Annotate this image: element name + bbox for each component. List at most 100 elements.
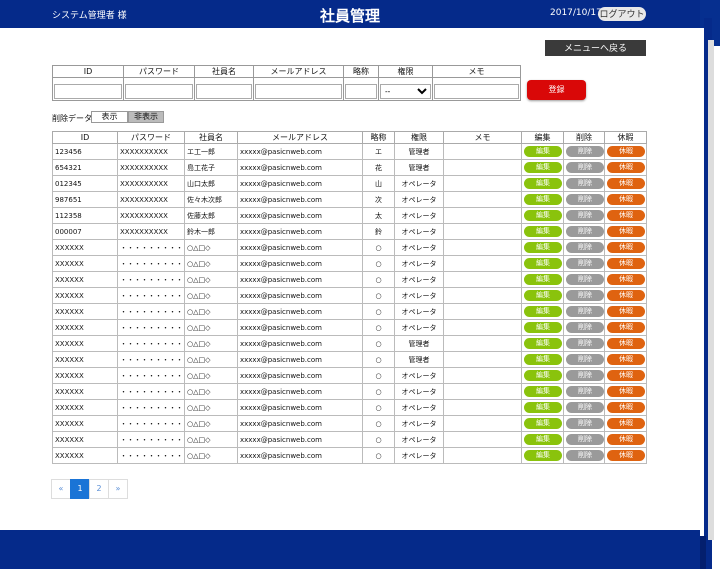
next-page-button[interactable]: » [108, 479, 128, 499]
leave-button[interactable]: 休暇 [607, 434, 645, 445]
leave-button[interactable]: 休暇 [607, 386, 645, 397]
table-row: XXXXXX ・・・・・・・・・・ ○△□◇ xxxxx@pasicnweb.com ○… [52, 271, 647, 288]
leave-button[interactable]: 休暇 [607, 178, 645, 189]
delete-button[interactable]: 削除 [566, 434, 604, 445]
logout-button[interactable]: ログアウト [598, 7, 646, 21]
delete-button[interactable]: 削除 [566, 322, 604, 333]
search-id-input[interactable] [54, 84, 122, 99]
cell-email: xxxxx@pasicnweb.com [237, 383, 363, 400]
delete-button[interactable]: 削除 [566, 242, 604, 253]
delete-button[interactable]: 削除 [566, 274, 604, 285]
leave-button[interactable]: 休暇 [607, 226, 645, 237]
register-button[interactable]: 登録 [527, 80, 586, 100]
scrollbar-track[interactable] [708, 40, 714, 540]
leave-button[interactable]: 休暇 [607, 450, 645, 461]
cell-abbr: ○ [362, 255, 395, 272]
edit-button[interactable]: 編集 [524, 242, 562, 253]
leave-button[interactable]: 休暇 [607, 258, 645, 269]
leave-button[interactable]: 休暇 [607, 322, 645, 333]
hide-deleted-button[interactable]: 非表示 [128, 111, 164, 123]
edit-button[interactable]: 編集 [524, 434, 562, 445]
leave-button[interactable]: 休暇 [607, 210, 645, 221]
delete-button[interactable]: 削除 [566, 162, 604, 173]
edit-button[interactable]: 編集 [524, 274, 562, 285]
table-row: 654321 XXXXXXXXXX 島工花子 xxxxx@pasicnweb.com 花… [52, 159, 647, 176]
delete-button[interactable]: 削除 [566, 386, 604, 397]
delete-button[interactable]: 削除 [566, 226, 604, 237]
leave-button[interactable]: 休暇 [607, 274, 645, 285]
delete-cell: 削除 [563, 351, 605, 368]
leave-button[interactable]: 休暇 [607, 242, 645, 253]
edit-button[interactable]: 編集 [524, 258, 562, 269]
edit-button[interactable]: 編集 [524, 322, 562, 333]
leave-button[interactable]: 休暇 [607, 418, 645, 429]
delete-cell: 削除 [563, 399, 605, 416]
delete-button[interactable]: 削除 [566, 210, 604, 221]
cell-password: XXXXXXXXXX [117, 143, 185, 160]
delete-button[interactable]: 削除 [566, 418, 604, 429]
delete-button[interactable]: 削除 [566, 370, 604, 381]
cell-password: ・・・・・・・・・・ [117, 335, 185, 352]
delete-button[interactable]: 削除 [566, 290, 604, 301]
delete-button[interactable]: 削除 [566, 450, 604, 461]
edit-button[interactable]: 編集 [524, 194, 562, 205]
cell-email: xxxxx@pasicnweb.com [237, 431, 363, 448]
edit-button[interactable]: 編集 [524, 450, 562, 461]
delete-button[interactable]: 削除 [566, 354, 604, 365]
cell-role: オペレータ [394, 303, 444, 320]
search-abbr-input[interactable] [345, 84, 377, 99]
cell-role: オペレータ [394, 239, 444, 256]
edit-button[interactable]: 編集 [524, 338, 562, 349]
cell-password: ・・・・・・・・・・ [117, 415, 185, 432]
edit-button[interactable]: 編集 [524, 306, 562, 317]
edit-button[interactable]: 編集 [524, 210, 562, 221]
delete-button[interactable]: 削除 [566, 338, 604, 349]
leave-button[interactable]: 休暇 [607, 402, 645, 413]
edit-button[interactable]: 編集 [524, 162, 562, 173]
edit-button[interactable]: 編集 [524, 290, 562, 301]
search-email-input[interactable] [255, 84, 342, 99]
table-header-row: ID パスワード 社員名 メールアドレス 略称 権限 メモ 編集 削除 休暇 [52, 131, 647, 144]
leave-cell: 休暇 [604, 175, 647, 192]
delete-button[interactable]: 削除 [566, 258, 604, 269]
page-1-button[interactable]: 1 [70, 479, 90, 499]
cell-abbr: ○ [362, 319, 395, 336]
deleted-filter-label: 削除データ [52, 114, 92, 123]
search-password-input[interactable] [125, 84, 193, 99]
leave-button[interactable]: 休暇 [607, 306, 645, 317]
delete-button[interactable]: 削除 [566, 146, 604, 157]
edit-button[interactable]: 編集 [524, 418, 562, 429]
cell-name: ○△□◇ [184, 255, 238, 272]
leave-button[interactable]: 休暇 [607, 370, 645, 381]
col-header-memo: メモ [443, 131, 522, 144]
delete-button[interactable]: 削除 [566, 194, 604, 205]
cell-email: xxxxx@pasicnweb.com [237, 415, 363, 432]
edit-cell: 編集 [521, 303, 564, 320]
search-memo-input[interactable] [434, 84, 519, 99]
cell-email: xxxxx@pasicnweb.com [237, 367, 363, 384]
edit-button[interactable]: 編集 [524, 146, 562, 157]
edit-button[interactable]: 編集 [524, 226, 562, 237]
cell-email: xxxxx@pasicnweb.com [237, 255, 363, 272]
back-to-menu-button[interactable]: メニューへ戻る [545, 40, 646, 56]
prev-page-button[interactable]: « [51, 479, 71, 499]
delete-cell: 削除 [563, 271, 605, 288]
search-role-select[interactable]: -- [380, 84, 431, 99]
edit-button[interactable]: 編集 [524, 386, 562, 397]
leave-button[interactable]: 休暇 [607, 290, 645, 301]
edit-button[interactable]: 編集 [524, 370, 562, 381]
edit-button[interactable]: 編集 [524, 354, 562, 365]
show-deleted-button[interactable]: 表示 [91, 111, 128, 123]
delete-button[interactable]: 削除 [566, 178, 604, 189]
delete-button[interactable]: 削除 [566, 402, 604, 413]
page-2-button[interactable]: 2 [89, 479, 109, 499]
leave-button[interactable]: 休暇 [607, 194, 645, 205]
leave-button[interactable]: 休暇 [607, 162, 645, 173]
leave-button[interactable]: 休暇 [607, 354, 645, 365]
leave-button[interactable]: 休暇 [607, 146, 645, 157]
edit-button[interactable]: 編集 [524, 402, 562, 413]
edit-button[interactable]: 編集 [524, 178, 562, 189]
delete-button[interactable]: 削除 [566, 306, 604, 317]
leave-button[interactable]: 休暇 [607, 338, 645, 349]
search-name-input[interactable] [196, 84, 252, 99]
